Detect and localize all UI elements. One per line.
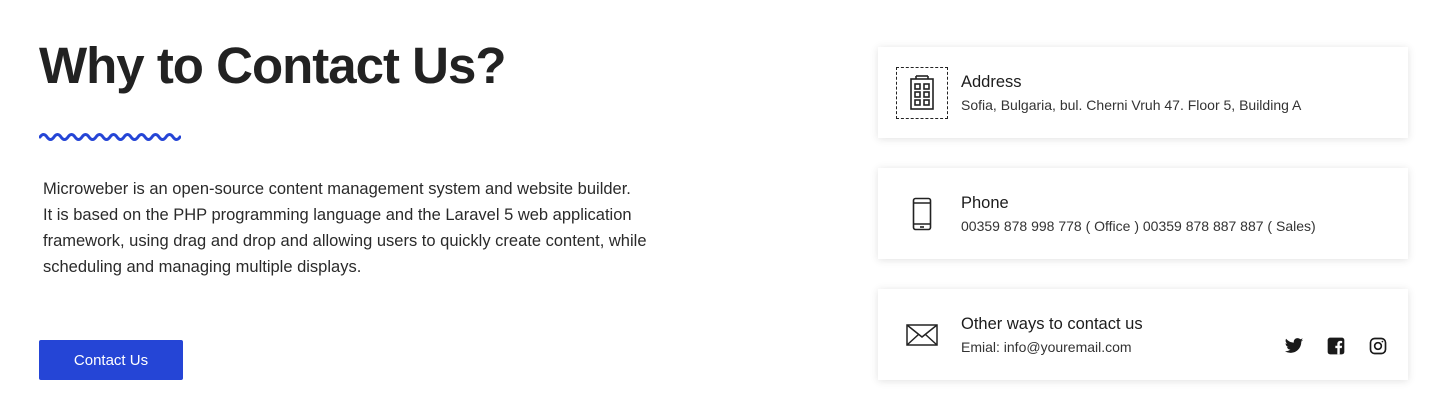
contact-us-button[interactable]: Contact Us	[39, 340, 183, 380]
description-line: It is based on the PHP programming langu…	[43, 206, 632, 224]
address-text: Sofia, Bulgaria, bul. Cherni Vruh 47. Fl…	[961, 97, 1302, 113]
contact-section: Why to Contact Us? Microweber is an open…	[0, 0, 1441, 405]
description: Microweber is an open-source content man…	[43, 176, 683, 280]
smartphone-icon	[896, 188, 948, 240]
other-contact-title: Other ways to contact us	[961, 315, 1143, 333]
instagram-icon[interactable]	[1368, 336, 1388, 356]
envelope-icon	[896, 309, 948, 361]
building-icon[interactable]	[896, 67, 948, 119]
description-line: framework, using drag and drop and allow…	[43, 232, 647, 250]
description-line: Microweber is an open-source content man…	[43, 180, 631, 198]
phone-title: Phone	[961, 194, 1009, 212]
facebook-icon[interactable]	[1326, 336, 1346, 356]
wave-divider	[39, 133, 181, 141]
other-contact-card: Other ways to contact us Emial: info@you…	[878, 289, 1408, 380]
address-card: Address Sofia, Bulgaria, bul. Cherni Vru…	[878, 47, 1408, 138]
email-text: Emial: info@youremail.com	[961, 339, 1132, 355]
phone-card: Phone 00359 878 998 778 ( Office ) 00359…	[878, 168, 1408, 259]
phone-text: 00359 878 998 778 ( Office ) 00359 878 8…	[961, 218, 1316, 234]
social-links	[1284, 336, 1388, 356]
page-title: Why to Contact Us?	[39, 37, 506, 94]
address-title: Address	[961, 73, 1022, 91]
twitter-icon[interactable]	[1284, 336, 1304, 356]
description-line: scheduling and managing multiple display…	[43, 258, 362, 276]
